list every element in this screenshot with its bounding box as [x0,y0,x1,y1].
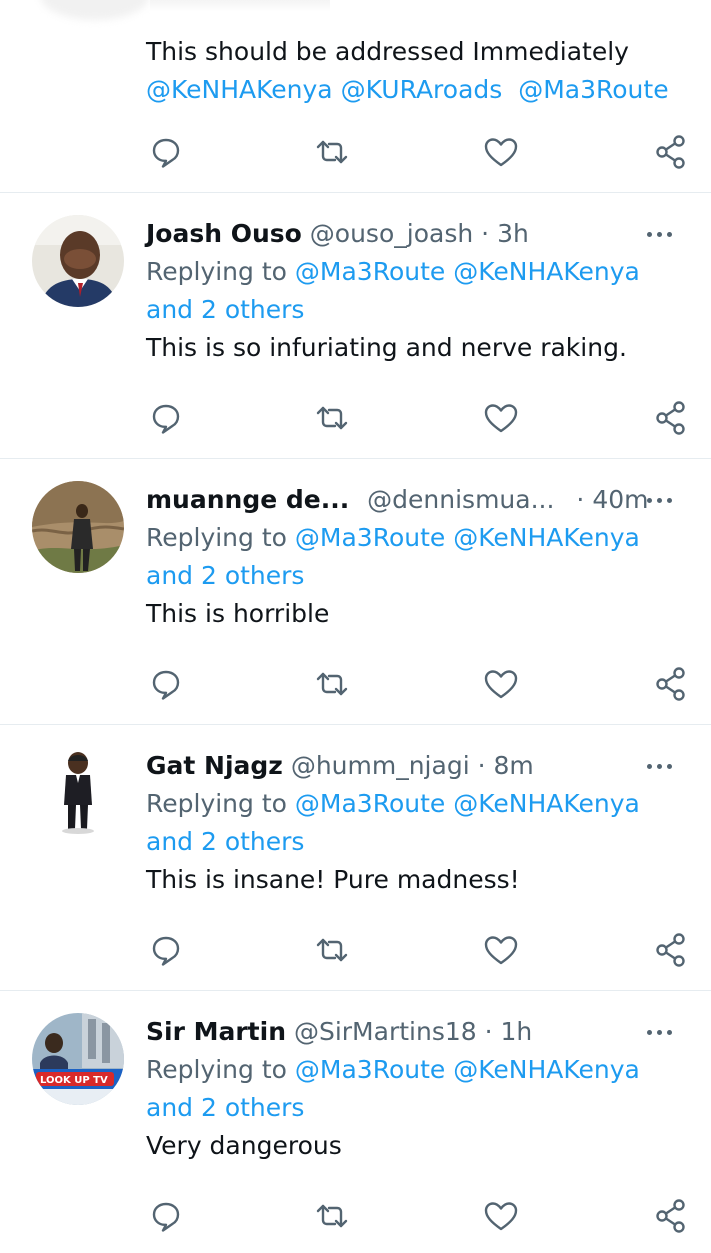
tweet-header: muannge de... @dennismua... · 40m [146,481,686,519]
more-icon[interactable] [646,747,686,785]
share-icon[interactable] [651,930,691,970]
retweet-icon[interactable] [312,398,352,438]
retweet-icon[interactable] [312,930,352,970]
like-icon[interactable] [481,132,521,172]
separator-dot: · [576,485,585,514]
replying-handles[interactable]: @Ma3Route @KeNHAKenya [295,257,640,286]
avatar[interactable] [32,481,124,573]
timestamp[interactable]: 8m [494,751,534,780]
user-handle[interactable]: @dennismua... [367,485,554,514]
tweet-reply[interactable]: muannge de... @dennismua... · 40m Replyi… [0,459,711,725]
retweet-icon[interactable] [312,664,352,704]
more-icon[interactable] [646,481,686,519]
share-icon[interactable] [651,132,691,172]
replying-others[interactable]: and 2 others [146,291,686,329]
retweet-icon[interactable] [312,132,352,172]
reply-icon[interactable] [146,1196,186,1236]
tweet-reply[interactable]: Joash Ouso @ouso_joash · 3h Replying to … [0,193,711,459]
tweet-header: Joash Ouso @ouso_joash · 3h [146,215,686,253]
timestamp[interactable]: 1h [501,1017,533,1046]
display-name[interactable]: Joash Ouso [146,219,302,248]
user-handle[interactable]: @ouso_joash [310,219,473,248]
avatar[interactable]: LOOK UP TV [32,1013,124,1105]
avatar-logo-text: LOOK UP TV [40,1075,108,1086]
tweet-text: This is so infuriating and nerve raking. [146,333,627,362]
separator-dot: · [484,1017,493,1046]
tweet-header: Sir Martin @SirMartins18 · 1h [146,1013,686,1051]
reply-icon[interactable] [146,398,186,438]
more-icon[interactable] [646,215,686,253]
share-icon[interactable] [651,398,691,438]
separator-dot: · [481,219,490,248]
replying-others[interactable]: and 2 others [146,823,686,861]
user-handle[interactable]: @SirMartins18 [294,1017,477,1046]
share-icon[interactable] [651,664,691,704]
mention-link[interactable]: @KeNHAKenya [146,75,333,104]
reply-icon[interactable] [146,132,186,172]
replying-others[interactable]: and 2 others [146,1089,686,1127]
replying-to: Replying to @Ma3Route @KeNHAKenya [146,523,640,552]
reply-icon[interactable] [146,664,186,704]
replying-handles[interactable]: @Ma3Route @KeNHAKenya [295,789,640,818]
tweet-header: Gat Njagz @humm_njagi · 8m [146,747,686,785]
avatar[interactable] [32,747,124,839]
tweet-text: Very dangerous [146,1131,342,1160]
tweet-reply[interactable]: Gat Njagz @humm_njagi · 8m Replying to @… [0,725,711,991]
mention-link[interactable]: @Ma3Route [518,75,668,104]
replying-handles[interactable]: @Ma3Route @KeNHAKenya [295,1055,640,1084]
replying-to: Replying to @Ma3Route @KeNHAKenya [146,257,640,286]
tweet-text: This should be addressed Immediately [146,37,629,66]
reply-icon[interactable] [146,930,186,970]
like-icon[interactable] [481,664,521,704]
timestamp[interactable]: 40m [592,485,648,514]
retweet-icon[interactable] [312,1196,352,1236]
user-handle[interactable]: @humm_njagi [291,751,470,780]
share-icon[interactable] [651,1196,691,1236]
like-icon[interactable] [481,398,521,438]
tweet-reply[interactable]: LOOK UP TV Sir Martin @SirMartins18 · 1h… [0,991,711,1253]
display-name[interactable]: muannge de... [146,485,349,514]
replying-others[interactable]: and 2 others [146,557,686,595]
avatar[interactable] [32,215,124,307]
display-name[interactable]: Gat Njagz [146,751,283,780]
like-icon[interactable] [481,930,521,970]
replying-to: Replying to @Ma3Route @KeNHAKenya [146,1055,640,1084]
mention-link[interactable]: @KURAroads [341,75,503,104]
separator-dot: · [477,751,486,780]
tweet-text: This is horrible [146,599,330,628]
timestamp[interactable]: 3h [497,219,529,248]
replying-to: Replying to @Ma3Route @KeNHAKenya [146,789,640,818]
more-icon[interactable] [646,1013,686,1051]
tweet-text: This is insane! Pure madness! [146,865,520,894]
replying-handles[interactable]: @Ma3Route @KeNHAKenya [295,523,640,552]
display-name[interactable]: Sir Martin [146,1017,286,1046]
tweet-original[interactable]: This should be addressed Immediately @Ke… [0,0,711,193]
tweet-mentions: @KeNHAKenya @KURAroads @Ma3Route [146,71,686,109]
like-icon[interactable] [481,1196,521,1236]
